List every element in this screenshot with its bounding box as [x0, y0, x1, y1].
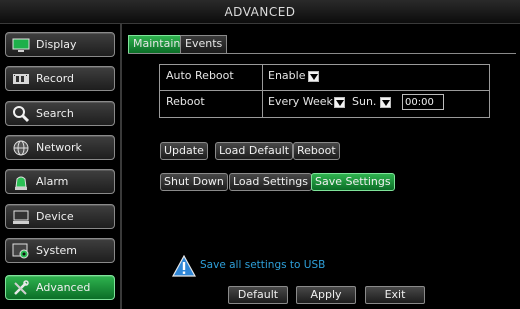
default-button[interactable]: Default [228, 286, 288, 304]
device-icon [13, 210, 29, 224]
sidebar: Display Record Search Network Alarm Devi… [0, 24, 122, 309]
film-icon [13, 74, 29, 84]
tab-divider [128, 53, 516, 54]
search-icon [13, 106, 30, 123]
reboot-row: Reboot Every Week Sun. [160, 91, 489, 117]
sidebar-item-label: Display [36, 38, 77, 51]
auto-reboot-select[interactable]: Enable [268, 65, 305, 87]
sidebar-item-display[interactable]: Display [5, 32, 115, 57]
reboot-time-input[interactable] [402, 94, 444, 110]
tab-maintain[interactable]: Maintain [128, 35, 186, 53]
auto-reboot-label: Auto Reboot [166, 69, 234, 82]
sidebar-item-label: Record [36, 72, 75, 85]
reboot-frequency-select[interactable]: Every Week [268, 91, 333, 113]
sidebar-item-label: System [36, 244, 78, 257]
system-gear-icon [12, 243, 29, 259]
auto-reboot-row: Auto Reboot Enable [160, 65, 489, 91]
reboot-day-select[interactable]: Sun. [352, 91, 376, 113]
reboot-button[interactable]: Reboot [293, 142, 340, 160]
sidebar-item-network[interactable]: Network [5, 135, 115, 160]
monitor-icon [12, 38, 30, 52]
update-button[interactable]: Update [160, 142, 208, 160]
save-settings-button[interactable]: Save Settings [311, 173, 395, 191]
apply-button[interactable]: Apply [296, 286, 356, 304]
sidebar-item-label: Alarm [36, 175, 69, 188]
chevron-down-icon[interactable] [308, 71, 319, 82]
warning-triangle-icon [172, 255, 196, 277]
reboot-label: Reboot [166, 95, 205, 108]
chevron-down-icon[interactable] [380, 97, 391, 108]
notice-text: Save all settings to USB [200, 259, 326, 271]
sidebar-item-device[interactable]: Device [5, 204, 115, 229]
column-divider [262, 91, 263, 117]
sidebar-item-label: Device [36, 210, 74, 223]
chevron-down-icon[interactable] [334, 97, 345, 108]
shut-down-button[interactable]: Shut Down [160, 173, 228, 191]
maintain-settings-table: Auto Reboot Enable Reboot Every Week Sun… [159, 64, 490, 118]
globe-icon [13, 140, 29, 156]
main-panel: Maintain Events Auto Reboot Enable Reboo… [124, 24, 520, 309]
tab-events[interactable]: Events [180, 35, 228, 53]
exit-button[interactable]: Exit [365, 286, 425, 304]
sidebar-item-alarm[interactable]: Alarm [5, 169, 115, 194]
column-divider [262, 65, 263, 90]
tools-icon [14, 280, 29, 295]
window-title: ADVANCED [0, 0, 520, 24]
sidebar-item-label: Network [36, 141, 82, 154]
load-default-button[interactable]: Load Default [215, 142, 294, 160]
sidebar-item-advanced[interactable]: Advanced [5, 275, 115, 300]
sidebar-item-label: Advanced [36, 281, 91, 294]
sidebar-item-record[interactable]: Record [5, 66, 115, 91]
siren-icon [15, 176, 27, 190]
sidebar-item-label: Search [36, 107, 74, 120]
sidebar-item-search[interactable]: Search [5, 101, 115, 126]
load-settings-button[interactable]: Load Settings [229, 173, 313, 191]
sidebar-item-system[interactable]: System [5, 238, 115, 263]
